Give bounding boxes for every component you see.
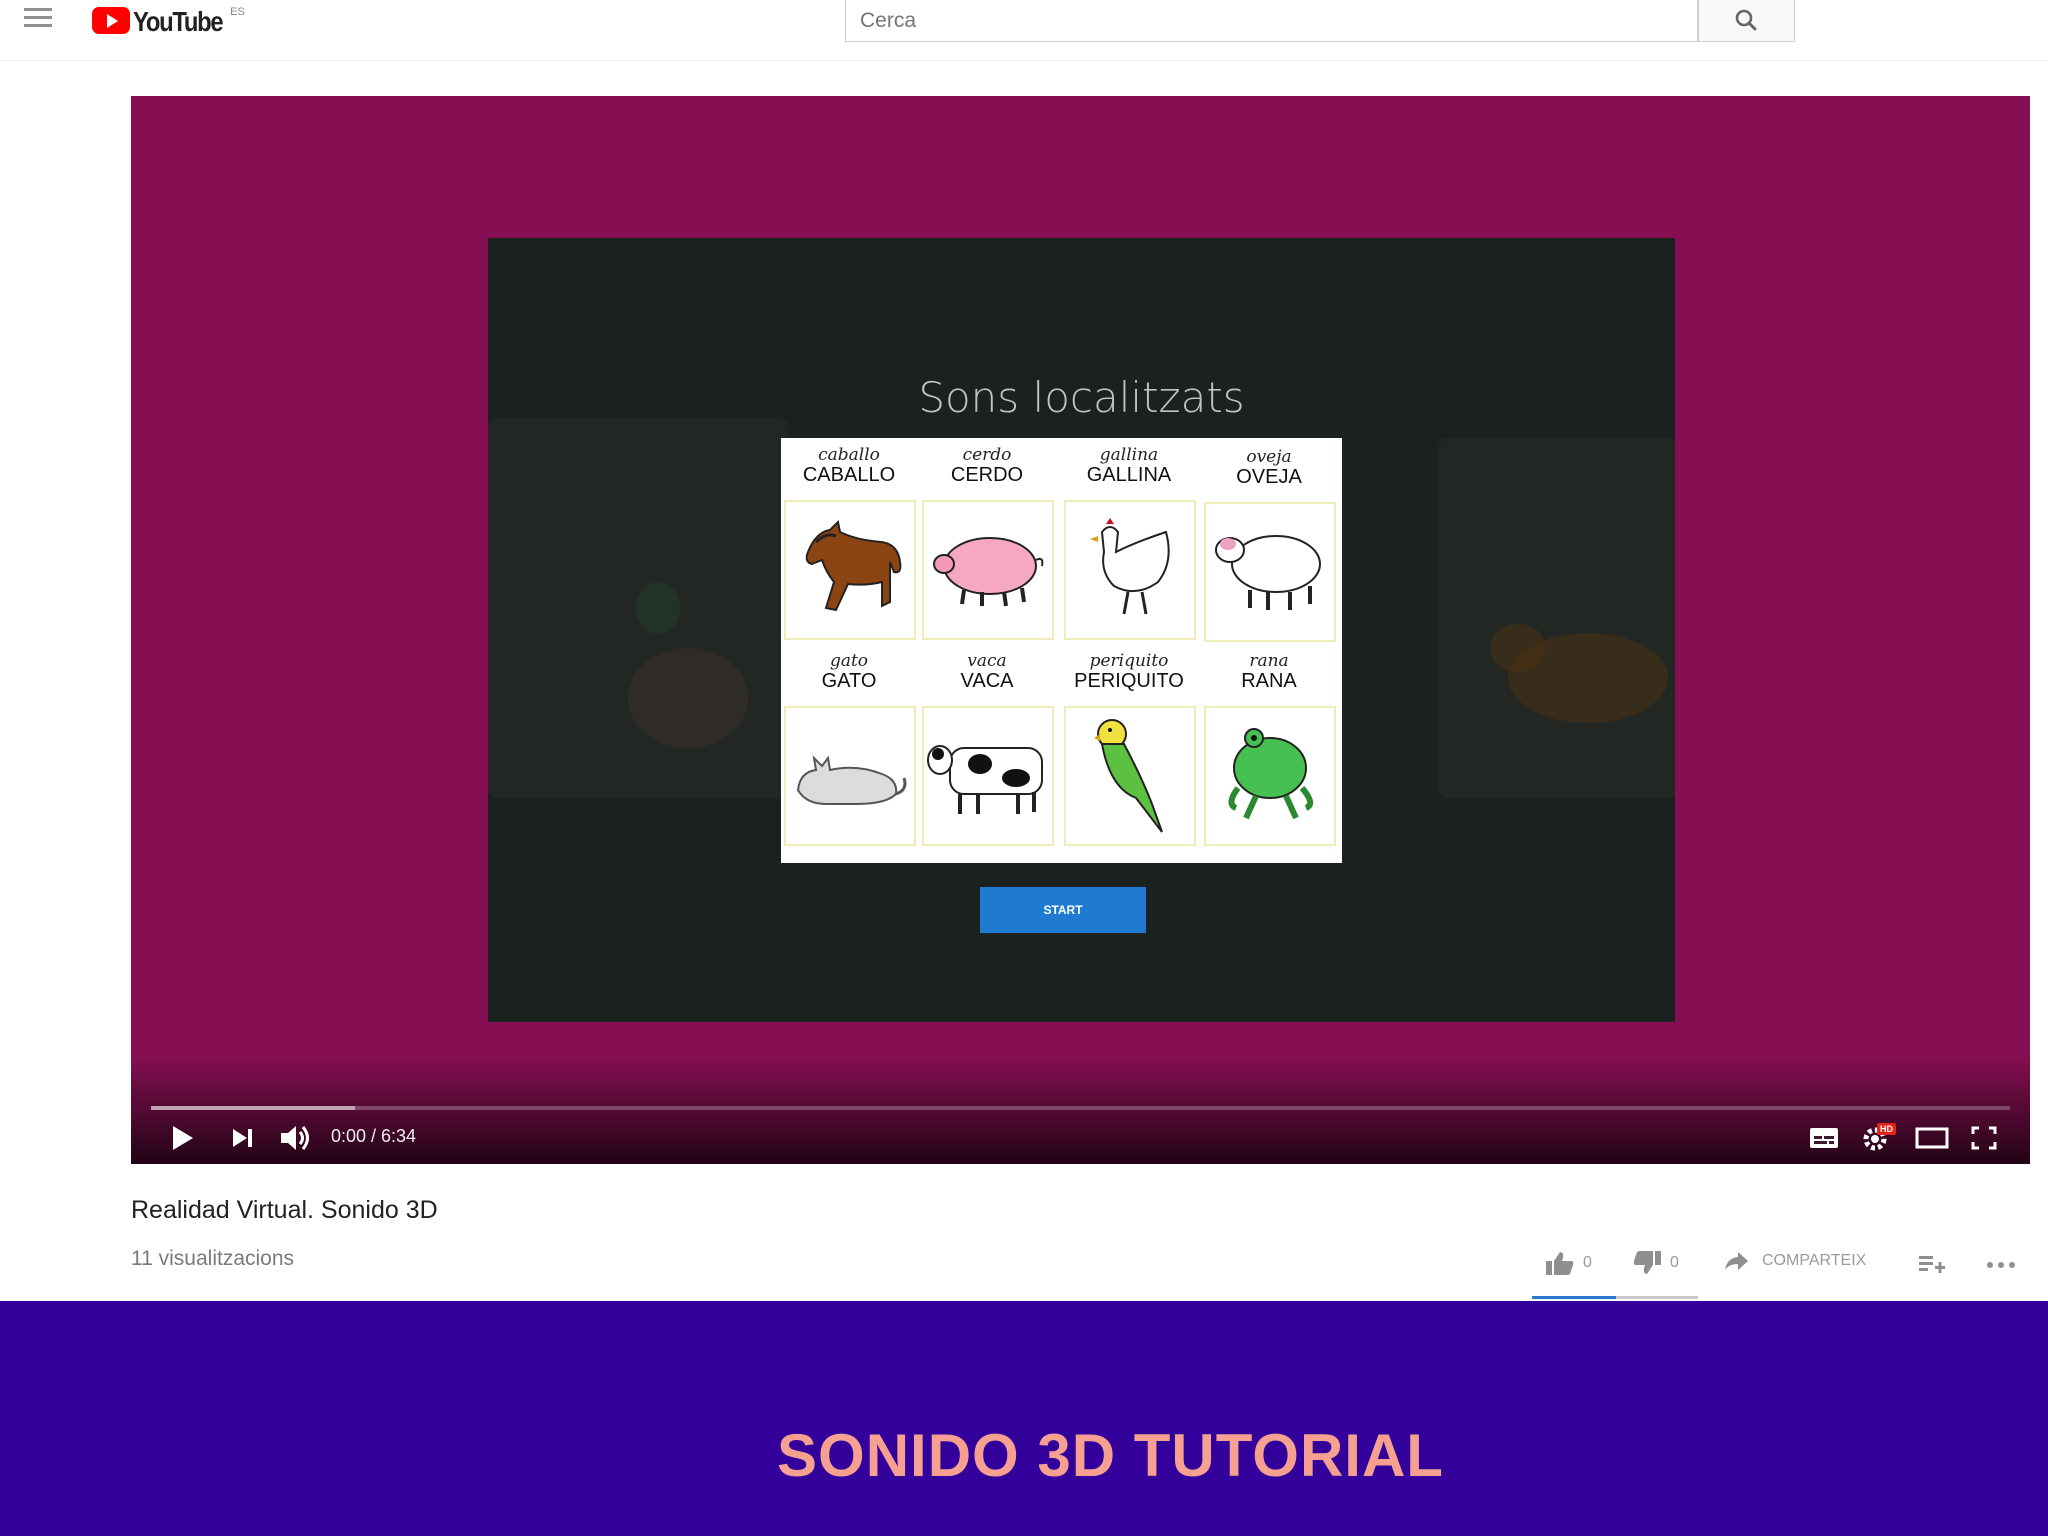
pig-icon [933, 537, 1044, 607]
background-dog-icon [1490, 624, 1668, 723]
animal-cursive-label: rana [1249, 651, 1289, 671]
parakeet-icon [1094, 719, 1163, 833]
animal-cursive-label: periquito [1089, 651, 1169, 671]
animal-card-vaca: vaca VACA [919, 651, 1055, 846]
like-count: 0 [1583, 1254, 1592, 1271]
animal-caps-label: CERDO [950, 464, 1024, 486]
subtitles-icon[interactable] [1809, 1126, 1839, 1150]
youtube-play-logo-icon [92, 7, 130, 34]
next-icon[interactable] [231, 1126, 255, 1150]
animal-caps-label: PERIQUITO [1074, 670, 1184, 692]
more-actions-icon[interactable] [1986, 1256, 2018, 1272]
buffered-progress [151, 1106, 356, 1110]
animal-cursive-label: gallina [1099, 445, 1159, 465]
animal-cursive-label: vaca [967, 651, 1007, 671]
animal-cursive-label: oveja [1246, 447, 1292, 467]
animal-grid: caballo CABALLO cerdo CERDO gallina GALL… [781, 438, 1342, 863]
animal-caps-label: OVEJA [1236, 466, 1302, 488]
thumbs-up-icon [1546, 1252, 1574, 1275]
animal-caps-label: RANA [1241, 670, 1297, 692]
animal-card-gallina: gallina GALLINA [1061, 445, 1197, 640]
sheep-icon [1215, 535, 1321, 610]
animal-caps-label: GATO [821, 670, 877, 692]
search-button[interactable] [1698, 0, 1795, 42]
progress-bar[interactable] [151, 1106, 2010, 1110]
like-sentiment-bar [1532, 1296, 1616, 1299]
search-icon [1735, 9, 1757, 31]
animal-cursive-label: cerdo [962, 445, 1012, 465]
hen-icon [1090, 518, 1170, 615]
settings-button[interactable]: HD [1861, 1123, 1896, 1153]
animal-card-cerdo: cerdo CERDO [919, 445, 1055, 640]
cat-icon [796, 755, 907, 805]
like-button[interactable]: 0 [1545, 1250, 1592, 1276]
animal-card-caballo: caballo CABALLO [781, 445, 917, 640]
guide-menu-icon[interactable] [24, 8, 54, 30]
share-label: COMPARTEIX [1762, 1252, 1867, 1269]
start-button[interactable]: START [980, 887, 1146, 933]
search-input[interactable] [845, 0, 1698, 42]
share-icon [1725, 1252, 1748, 1270]
youtube-logo[interactable]: YouTube ES [92, 4, 245, 37]
horse-icon [805, 519, 902, 612]
animal-cursive-label: gato [829, 651, 869, 671]
banner-title: SONIDO 3D TUTORIAL [777, 1422, 1444, 1489]
logo-text: YouTube [133, 6, 224, 37]
animal-caps-label: CABALLO [802, 464, 896, 486]
share-button[interactable]: COMPARTEIX [1724, 1250, 1866, 1272]
animal-card-rana: rana RANA [1201, 651, 1337, 846]
video-frame[interactable]: Sons localitzats caballo CABALLO cerdo C… [488, 238, 1675, 1022]
view-count: 11 visualitzacions [131, 1247, 295, 1270]
dislike-count: 0 [1670, 1254, 1679, 1271]
volume-icon[interactable] [279, 1124, 313, 1152]
masthead: YouTube ES [0, 0, 2048, 61]
animal-cursive-label: caballo [818, 445, 880, 465]
controls-gradient [131, 1056, 2030, 1164]
tutorial-banner: SONIDO 3D TUTORIAL [0, 1301, 2048, 1536]
add-to-playlist-icon[interactable] [1918, 1252, 1946, 1276]
animal-card-oveja: oveja OVEJA [1201, 447, 1337, 642]
background-duck-icon [628, 582, 748, 748]
time-display: 0:00 / 6:34 [331, 1126, 417, 1146]
frog-icon [1228, 728, 1314, 820]
dislike-sentiment-bar [1616, 1296, 1698, 1299]
logo-country-code: ES [230, 6, 245, 18]
video-player[interactable]: Sons localitzats caballo CABALLO cerdo C… [131, 96, 2030, 1164]
cow-icon [927, 745, 1043, 814]
animal-caps-label: VACA [960, 670, 1014, 692]
fullscreen-icon[interactable] [1971, 1126, 1997, 1150]
thumbs-down-icon [1633, 1251, 1661, 1274]
animal-card-gato: gato GATO [781, 651, 917, 846]
hd-badge: HD [1877, 1123, 1896, 1135]
play-icon[interactable] [169, 1124, 195, 1152]
theater-mode-icon[interactable] [1915, 1126, 1949, 1150]
slide-title: Sons localitzats [918, 373, 1245, 422]
animal-card-periquito: periquito PERIQUITO [1061, 651, 1197, 846]
animal-caps-label: GALLINA [1086, 464, 1172, 486]
dislike-button[interactable]: 0 [1632, 1250, 1679, 1276]
video-title: Realidad Virtual. Sonido 3D [131, 1196, 438, 1224]
